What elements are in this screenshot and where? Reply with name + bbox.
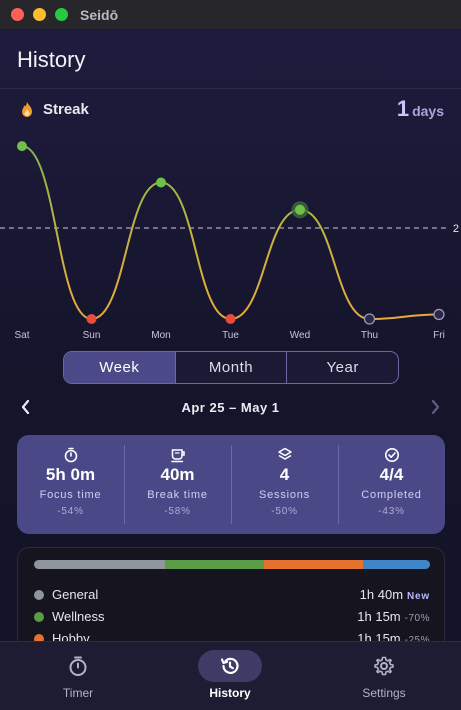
data-point-fri[interactable]	[433, 308, 445, 321]
x-tick-label: Mon	[151, 330, 170, 341]
coffee-icon	[170, 449, 185, 463]
category-color-dot	[34, 590, 44, 600]
period-selector: Week Month Year	[63, 351, 399, 384]
category-distribution-bar	[34, 560, 430, 569]
stat-sessions: 4 Sessions -50%	[231, 435, 338, 534]
summary-stats-card: 5h 0m Focus time -54% 40m Break time -58…	[17, 435, 445, 534]
next-range-button[interactable]	[423, 399, 447, 419]
streak-unit: days	[412, 103, 444, 119]
flame-icon	[22, 102, 32, 117]
stat-value: 4	[279, 465, 290, 484]
date-range-label: Apr 25 – May 1	[181, 400, 280, 415]
stat-label: Completed	[361, 489, 422, 501]
category-name: General	[52, 587, 99, 602]
x-tick-label: Thu	[361, 330, 378, 341]
category-row-wellness[interactable]: Wellness 1h 15m -70%	[34, 608, 430, 626]
streak-count: 1 days	[397, 96, 444, 122]
streak-chart: 2 Sat Sun Mon Tue Wed Thu Fri	[0, 141, 459, 341]
new-badge: New	[407, 591, 430, 602]
history-icon	[220, 657, 239, 674]
tab-icon-container	[46, 650, 110, 682]
bottom-tab-bar: Timer History Settings	[0, 641, 461, 710]
stat-change: -54%	[57, 506, 84, 517]
category-name: Wellness	[52, 609, 105, 624]
streak-label: Streak	[43, 101, 89, 118]
tab-timer[interactable]: Timer	[23, 650, 133, 706]
data-point-sun[interactable]	[86, 314, 97, 324]
data-point-thu[interactable]	[363, 313, 376, 325]
stat-label: Focus time	[39, 489, 102, 501]
category-time: 1h 15m -70%	[357, 609, 430, 624]
gear-icon	[374, 656, 394, 676]
category-color-dot	[34, 612, 44, 622]
stopwatch-icon	[64, 447, 77, 463]
stat-label: Break time	[147, 489, 208, 501]
category-row-general[interactable]: General 1h 40m New	[34, 586, 430, 604]
category-bar-segment	[263, 560, 363, 569]
x-tick-label: Wed	[290, 330, 310, 341]
x-tick-label: Sat	[14, 330, 29, 341]
streak-line	[21, 145, 440, 321]
stat-completed: 4/4 Completed -43%	[338, 435, 445, 534]
tab-settings[interactable]: Settings	[329, 650, 439, 706]
stopwatch-icon	[69, 656, 87, 676]
stat-change: -58%	[164, 506, 191, 517]
zoom-window-button[interactable]	[55, 8, 68, 21]
streak-number: 1	[396, 96, 410, 121]
date-range-navigator: Apr 25 – May 1	[0, 395, 461, 419]
tab-icon-container	[352, 650, 416, 682]
x-tick-label: Tue	[222, 330, 239, 341]
period-option-month[interactable]: Month	[174, 352, 287, 383]
tab-label: Timer	[62, 686, 94, 700]
window-title: Seidō	[80, 7, 119, 23]
close-window-button[interactable]	[11, 8, 24, 21]
data-point-sat[interactable]	[17, 141, 27, 152]
reference-line-label: 2	[453, 223, 459, 235]
category-bar-segment	[362, 560, 430, 569]
window-titlebar: Seidō	[0, 0, 461, 30]
header-divider	[0, 88, 461, 89]
layers-icon	[277, 447, 292, 460]
category-time: 1h 40m New	[360, 587, 430, 602]
page-title: History	[17, 47, 86, 72]
stat-value: 40m	[160, 465, 195, 484]
minimize-window-button[interactable]	[33, 8, 46, 21]
data-point-wed[interactable]	[295, 204, 305, 215]
chevron-right-icon	[431, 399, 440, 415]
category-bar-segment	[34, 560, 165, 569]
stat-change: -43%	[378, 506, 405, 517]
stat-break-time: 40m Break time -58%	[124, 435, 231, 534]
x-tick-label: Fri	[433, 330, 445, 341]
check-circle-icon	[384, 448, 399, 462]
category-delta: -70%	[404, 613, 430, 624]
tab-label: History	[209, 686, 251, 700]
category-bar-segment	[164, 560, 264, 569]
period-option-year[interactable]: Year	[286, 352, 398, 383]
tab-label: Settings	[362, 686, 406, 700]
stat-label: Sessions	[258, 489, 311, 501]
tab-icon-container	[198, 650, 262, 682]
app-content: History Streak 1 days 2 Sat Sun Mon Tue Wed Thu…	[0, 30, 461, 710]
stat-change: -50%	[271, 506, 298, 517]
x-tick-label: Sun	[83, 330, 101, 341]
period-option-week[interactable]: Week	[64, 352, 175, 383]
category-duration: 1h 15m	[357, 609, 401, 624]
stat-value: 5h 0m	[45, 465, 96, 484]
category-duration: 1h 40m	[359, 587, 404, 602]
tab-history[interactable]: History	[175, 650, 285, 706]
data-point-mon[interactable]	[156, 177, 166, 188]
stat-focus-time: 5h 0m Focus time -54%	[17, 435, 124, 534]
stat-value: 4/4	[379, 465, 404, 484]
data-point-tue[interactable]	[225, 314, 236, 324]
